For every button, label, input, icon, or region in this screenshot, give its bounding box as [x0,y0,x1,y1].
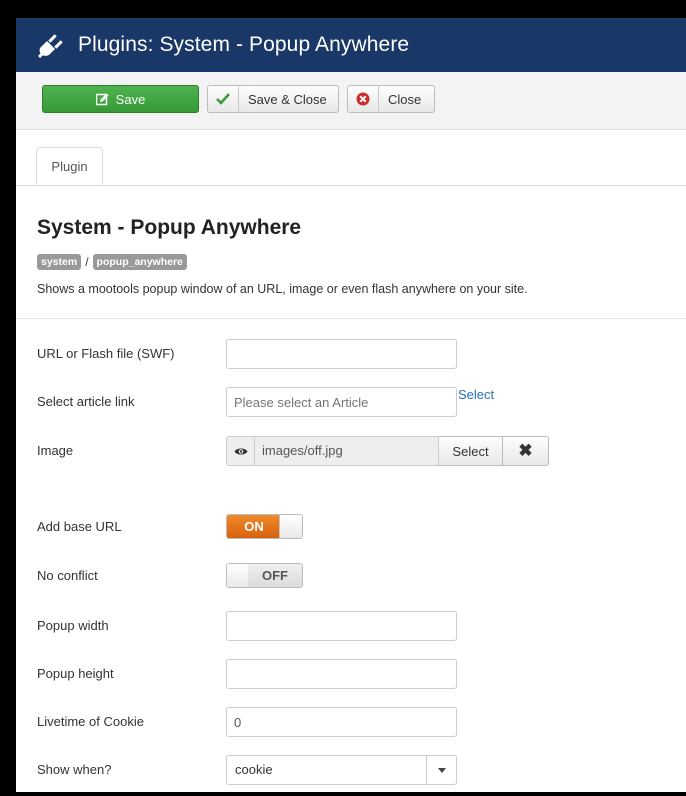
folder-badge: system [37,254,82,270]
add-base-url-row: Add base URL ON [16,512,686,544]
article-row: Select article link Select [16,387,686,419]
image-label: Image [37,443,74,458]
article-select-link[interactable]: Select [458,387,494,402]
popup-width-row: Popup width [16,611,686,643]
url-flash-label: URL or Flash file (SWF) [37,346,175,361]
image-path-value: images/off.jpg [255,436,439,466]
plugin-tags: system / popup_anywhere [37,254,187,270]
popup-height-row: Popup height [16,659,686,691]
save-close-button[interactable]: Save & Close [207,85,339,113]
tab-bar: Plugin [16,147,686,186]
url-flash-row: URL or Flash file (SWF) [16,339,686,371]
image-media-field: images/off.jpg Select ✖ [226,436,549,466]
tag-separator: / [85,255,89,269]
article-input[interactable] [226,387,457,417]
divider [16,318,686,319]
close-label: Close [388,91,422,107]
image-select-button[interactable]: Select [439,436,503,466]
add-base-url-toggle[interactable]: ON [226,514,303,539]
popup-height-input[interactable] [226,659,457,689]
tab-plugin[interactable]: Plugin [36,147,103,185]
popup-width-label: Popup width [37,618,109,633]
popup-width-input[interactable] [226,611,457,641]
save-button[interactable]: Save [42,85,199,113]
show-when-select[interactable]: cookie [226,755,457,785]
no-conflict-row: No conflict OFF [16,561,686,593]
checkmark-icon [208,86,239,112]
edit-icon [95,93,109,105]
no-conflict-toggle[interactable]: OFF [226,563,303,588]
cookie-lifetime-row: Livetime of Cookie [16,707,686,739]
close-button[interactable]: Close [347,85,435,113]
toggle-off-label: OFF [248,564,302,587]
toggle-knob [227,564,250,587]
image-row: Image images/off.jpg Select ✖ [16,436,686,468]
caret-down-icon [426,756,456,784]
popup-height-label: Popup height [37,666,114,681]
toggle-knob [279,515,302,538]
toggle-on-label: ON [227,515,281,538]
save-button-label: Save [115,91,146,107]
plugin-edit-window: Plugins: System - Popup Anywhere Save Sa… [16,18,686,792]
show-when-value: cookie [235,762,273,777]
cookie-lifetime-input[interactable] [226,707,457,737]
clear-icon[interactable]: ✖ [503,436,549,466]
save-close-label: Save & Close [248,91,327,107]
title-bar: Plugins: System - Popup Anywhere [16,18,686,72]
plug-icon [38,34,63,58]
plugin-description: Shows a mootools popup window of an URL,… [37,282,528,296]
cancel-icon [348,86,379,112]
url-flash-input[interactable] [226,339,457,369]
show-when-label: Show when? [37,762,112,777]
plugin-title: System - Popup Anywhere [37,216,302,239]
show-when-row: Show when? cookie [16,755,686,787]
page-title: Plugins: System - Popup Anywhere [78,33,410,56]
toolbar: Save Save & Close Close [16,72,686,130]
no-conflict-label: No conflict [37,568,98,583]
element-badge: popup_anywhere [92,254,187,270]
eye-icon[interactable] [226,436,255,466]
cookie-lifetime-label: Livetime of Cookie [37,714,144,729]
article-label: Select article link [37,394,135,409]
add-base-url-label: Add base URL [37,519,122,534]
